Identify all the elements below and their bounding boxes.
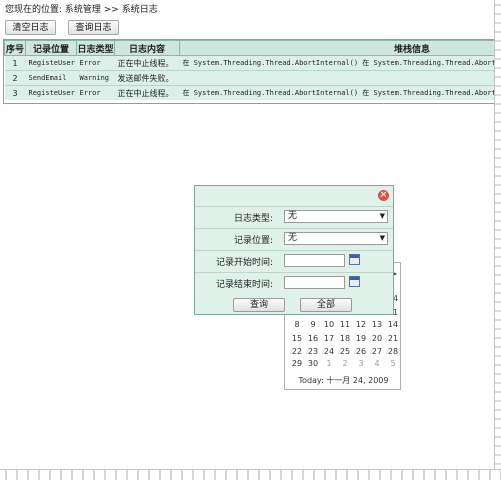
calendar-day[interactable]: 1 (321, 358, 337, 370)
query-button[interactable]: 查询 (233, 298, 285, 312)
log-type-select[interactable]: 无 ▼ (284, 210, 388, 223)
calendar-day[interactable]: 22 (289, 346, 305, 358)
table-row[interactable]: 1 RegisteUser Error 正在中止线程。 在 System.Thr… (4, 55, 501, 71)
torn-edge-right (494, 0, 501, 480)
calendar-day[interactable]: 11 (337, 319, 353, 331)
calendar-day[interactable]: 12 (353, 319, 369, 331)
calendar-day[interactable]: 4 (369, 358, 385, 370)
location-label: 记录位置: (233, 236, 273, 246)
cell-content: 正在中止线程。 (114, 55, 180, 71)
calendar-icon[interactable] (349, 254, 360, 265)
cell-stack (179, 70, 501, 86)
calendar-day[interactable]: 21 (385, 333, 401, 345)
calendar-week: 22 23 24 25 26 27 28 (285, 346, 402, 358)
log-type-row: 日志类型: 无 ▼ (195, 206, 393, 227)
torn-edge-bottom (0, 469, 501, 480)
cell-location: RegisteUser (25, 85, 77, 100)
breadcrumb: 您现在的位置: 系统管理 >> 系统日志 (5, 5, 158, 15)
log-type-label: 日志类型: (233, 214, 273, 224)
cell-content: 发送邮件失败。 (114, 70, 180, 86)
calendar-day[interactable]: 10 (321, 319, 337, 331)
location-value: 无 (288, 233, 298, 243)
header-stack: 堆栈信息 (179, 40, 501, 56)
calendar-day[interactable]: 26 (353, 346, 369, 358)
cell-stack: 在 System.Threading.Thread.AbortInternal(… (179, 55, 501, 71)
calendar-week: 15 16 17 18 19 20 21 (285, 333, 402, 345)
header-index: 序号 (4, 40, 26, 56)
calendar-day[interactable]: 13 (369, 319, 385, 331)
table-header-row: 序号 记录位置 日志类型 日志内容 堆栈信息 (4, 40, 501, 56)
calendar-day[interactable]: 3 (353, 358, 369, 370)
end-time-row: 记录结束时间: (195, 272, 393, 293)
start-time-input[interactable] (284, 254, 345, 267)
calendar-day[interactable]: 18 (337, 333, 353, 345)
cell-location: RegisteUser (25, 55, 77, 71)
calendar-day[interactable]: 24 (321, 346, 337, 358)
calendar-day[interactable]: 5 (385, 358, 401, 370)
calendar-day[interactable]: 17 (321, 333, 337, 345)
start-time-row: 记录开始时间: (195, 250, 393, 271)
cell-index: 1 (4, 55, 26, 71)
table-row[interactable]: 3 RegisteUser Error 正在中止线程。 在 System.Thr… (4, 85, 501, 100)
cell-type: Error (76, 85, 115, 100)
end-time-label: 记录结束时间: (215, 280, 273, 290)
cell-location: SendEmail (25, 70, 77, 86)
cell-content: 正在中止线程。 (114, 85, 180, 100)
log-type-value: 无 (288, 211, 298, 221)
location-row: 记录位置: 无 ▼ (195, 228, 393, 249)
calendar-day[interactable]: 29 (289, 358, 305, 370)
calendar-day[interactable]: 14 (385, 319, 401, 331)
end-time-input[interactable] (284, 276, 345, 289)
calendar-day[interactable]: 19 (353, 333, 369, 345)
calendar-day[interactable]: 27 (369, 346, 385, 358)
calendar-day[interactable]: 20 (369, 333, 385, 345)
table-row[interactable]: 2 SendEmail Warning 发送邮件失败。 (4, 70, 501, 86)
cell-type: Warning (76, 70, 115, 86)
calendar-day[interactable]: 28 (385, 346, 401, 358)
calendar-day[interactable]: 15 (289, 333, 305, 345)
close-icon[interactable]: × (378, 190, 389, 201)
header-content: 日志内容 (114, 40, 180, 56)
calendar-day[interactable]: 30 (305, 358, 321, 370)
log-table: 序号 记录位置 日志类型 日志内容 堆栈信息 1 RegisteUser Err… (3, 39, 501, 104)
query-log-button[interactable]: 查询日志 (68, 20, 119, 35)
cell-index: 2 (4, 70, 26, 86)
header-type: 日志类型 (76, 40, 115, 56)
cell-index: 3 (4, 85, 26, 100)
search-dialog: × 日志类型: 无 ▼ 记录位置: 无 ▼ 记录开始时间: 记录结束时间: 查询… (194, 185, 394, 315)
calendar-day[interactable]: 25 (337, 346, 353, 358)
calendar-day[interactable]: 2 (337, 358, 353, 370)
all-button[interactable]: 全部 (300, 298, 352, 312)
calendar-day[interactable]: 8 (289, 319, 305, 331)
calendar-day[interactable]: 16 (305, 333, 321, 345)
chevron-down-icon: ▼ (379, 212, 385, 220)
calendar-today-link[interactable]: Today: 十一月 24, 2009 (285, 375, 402, 386)
cell-stack: 在 System.Threading.Thread.AbortInternal(… (179, 85, 501, 100)
calendar-week: 29 30 1 2 3 4 5 (285, 358, 402, 370)
start-time-label: 记录开始时间: (215, 258, 273, 268)
calendar-week: 8 9 10 11 12 13 14 (285, 319, 402, 331)
location-select[interactable]: 无 ▼ (284, 232, 388, 245)
clear-log-button[interactable]: 清空日志 (5, 20, 56, 35)
calendar-icon[interactable] (349, 276, 360, 287)
calendar-day[interactable]: 9 (305, 319, 321, 331)
header-location: 记录位置 (25, 40, 77, 56)
cell-type: Error (76, 55, 115, 71)
calendar-day[interactable]: 23 (305, 346, 321, 358)
chevron-down-icon: ▼ (379, 234, 385, 242)
